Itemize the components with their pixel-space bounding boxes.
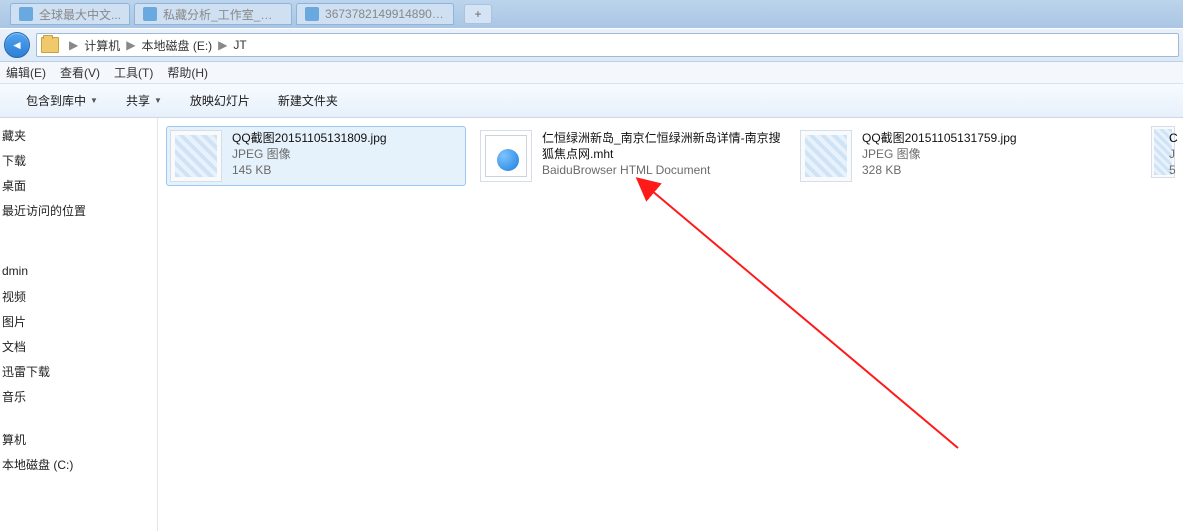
new-folder-button[interactable]: 新建文件夹 [278, 92, 338, 109]
address-bar: ◄ ▶ 计算机 ▶ 本地磁盘 (E:) ▶ JT [0, 28, 1183, 62]
file-thumbnail [170, 130, 222, 182]
sidebar-item-xunlei[interactable]: 迅雷下载 [0, 360, 157, 382]
sidebar-item-computer[interactable]: 算机 [0, 428, 157, 450]
file-type: JPEG 图像 [862, 146, 1017, 162]
chevron-right-icon: ▶ [69, 38, 78, 52]
body: 藏夹 下载 桌面 最近访问的位置 dmin 视频 图片 文档 迅雷下载 音乐 算… [0, 118, 1183, 531]
navigation-sidebar: 藏夹 下载 桌面 最近访问的位置 dmin 视频 图片 文档 迅雷下载 音乐 算… [0, 118, 158, 531]
sidebar-item-label: 文档 [2, 338, 26, 355]
tab-favicon [143, 7, 157, 21]
menu-view[interactable]: 查看(V) [60, 64, 100, 81]
sidebar-item-downloads[interactable]: 下载 [0, 149, 157, 171]
file-name: QQ截图20151105131809.jpg [232, 130, 387, 146]
breadcrumb-folder[interactable]: JT [231, 38, 248, 52]
sidebar-item-label: 桌面 [2, 177, 26, 194]
file-meta: C J 5 [1169, 130, 1183, 178]
menu-edit[interactable]: 编辑(E) [6, 64, 46, 81]
sidebar-item-label: 图片 [2, 313, 26, 330]
file-item[interactable]: 仁恒绿洲新岛_南京仁恒绿洲新岛详情-南京搜狐焦点网.mht BaiduBrows… [476, 126, 786, 186]
file-type: JPEG 图像 [232, 146, 387, 162]
sidebar-item-videos[interactable]: 视频 [0, 285, 157, 307]
tab-3[interactable]: 36737821499148907... [296, 3, 454, 25]
chevron-down-icon: ▼ [90, 96, 98, 105]
plus-icon: + [475, 7, 482, 21]
sidebar-item-admin[interactable]: dmin [0, 260, 157, 282]
file-meta: QQ截图20151105131809.jpg JPEG 图像 145 KB [232, 130, 387, 182]
file-name: QQ截图20151105131759.jpg [862, 130, 1017, 146]
file-list[interactable]: QQ截图20151105131809.jpg JPEG 图像 145 KB 仁恒… [158, 118, 1183, 531]
toolbar-label: 包含到库中 [26, 92, 86, 109]
chevron-right-icon: ▶ [218, 38, 227, 52]
file-thumbnail [480, 130, 532, 182]
sidebar-item-pictures[interactable]: 图片 [0, 310, 157, 332]
file-size: 328 KB [862, 162, 1017, 178]
chevron-down-icon: ▼ [154, 96, 162, 105]
sidebar-item-label: 音乐 [2, 388, 26, 405]
breadcrumb[interactable]: ▶ 计算机 ▶ 本地磁盘 (E:) ▶ JT [36, 33, 1179, 57]
back-button[interactable]: ◄ [4, 32, 30, 58]
toolbar-label: 共享 [126, 92, 150, 109]
sidebar-item-label: 本地磁盘 (C:) [2, 456, 73, 473]
file-size: 5 [1169, 162, 1183, 178]
file-type: J [1169, 146, 1183, 162]
sidebar-item-music[interactable]: 音乐 [0, 385, 157, 407]
share-button[interactable]: 共享 ▼ [126, 92, 162, 109]
file-meta: QQ截图20151105131759.jpg JPEG 图像 328 KB [862, 130, 1017, 182]
sidebar-item-favorites[interactable]: 藏夹 [0, 124, 157, 146]
sidebar-item-label: 迅雷下载 [2, 363, 50, 380]
tab-1[interactable]: 全球最大中文... [10, 3, 130, 25]
sidebar-item-label: 算机 [2, 431, 26, 448]
sidebar-item-label: 下载 [2, 152, 26, 169]
sidebar-item-label: 视频 [2, 288, 26, 305]
breadcrumb-drive[interactable]: 本地磁盘 (E:) [139, 37, 214, 54]
sidebar-item-drive-c[interactable]: 本地磁盘 (C:) [0, 453, 157, 475]
file-item-selected[interactable]: QQ截图20151105131809.jpg JPEG 图像 145 KB [166, 126, 466, 186]
slideshow-button[interactable]: 放映幻灯片 [190, 92, 250, 109]
sidebar-item-label: 藏夹 [2, 127, 26, 144]
sidebar-item-label: 最近访问的位置 [2, 202, 86, 219]
tab-favicon [19, 7, 33, 21]
browser-icon [497, 149, 519, 171]
tab-label: 全球最大中文... [39, 6, 121, 23]
menu-tools[interactable]: 工具(T) [114, 64, 153, 81]
new-tab-button[interactable]: + [464, 4, 492, 24]
folder-icon [41, 37, 59, 53]
toolbar-label: 放映幻灯片 [190, 92, 250, 109]
breadcrumb-root[interactable]: 计算机 [82, 37, 122, 54]
tab-favicon [305, 7, 319, 21]
chevron-right-icon: ▶ [126, 38, 135, 52]
file-size: 145 KB [232, 162, 387, 178]
sidebar-item-label: dmin [2, 264, 28, 278]
include-in-library-button[interactable]: 包含到库中 ▼ [26, 92, 98, 109]
toolbar-label: 新建文件夹 [278, 92, 338, 109]
tab-label: 36737821499148907... [325, 7, 445, 21]
file-meta: 仁恒绿洲新岛_南京仁恒绿洲新岛详情-南京搜狐焦点网.mht BaiduBrows… [542, 130, 782, 182]
menu-bar: 编辑(E) 查看(V) 工具(T) 帮助(H) [0, 62, 1183, 84]
file-name: 仁恒绿洲新岛_南京仁恒绿洲新岛详情-南京搜狐焦点网.mht [542, 130, 782, 162]
file-name: C [1169, 130, 1183, 146]
sidebar-item-documents[interactable]: 文档 [0, 335, 157, 357]
menu-help[interactable]: 帮助(H) [167, 64, 208, 81]
tab-2[interactable]: 私藏分析_工作室_百度知道 [134, 3, 292, 25]
file-type: BaiduBrowser HTML Document [542, 162, 782, 178]
sidebar-item-recent[interactable]: 最近访问的位置 [0, 199, 157, 221]
toolbar: 包含到库中 ▼ 共享 ▼ 放映幻灯片 新建文件夹 [0, 84, 1183, 118]
sidebar-item-desktop[interactable]: 桌面 [0, 174, 157, 196]
file-thumbnail [800, 130, 852, 182]
arrow-left-icon: ◄ [11, 38, 23, 52]
file-item[interactable]: QQ截图20151105131759.jpg JPEG 图像 328 KB [796, 126, 1096, 186]
browser-tabs-bar: 全球最大中文... 私藏分析_工作室_百度知道 3673782149914890… [0, 0, 1183, 28]
tab-label: 私藏分析_工作室_百度知道 [163, 6, 283, 23]
